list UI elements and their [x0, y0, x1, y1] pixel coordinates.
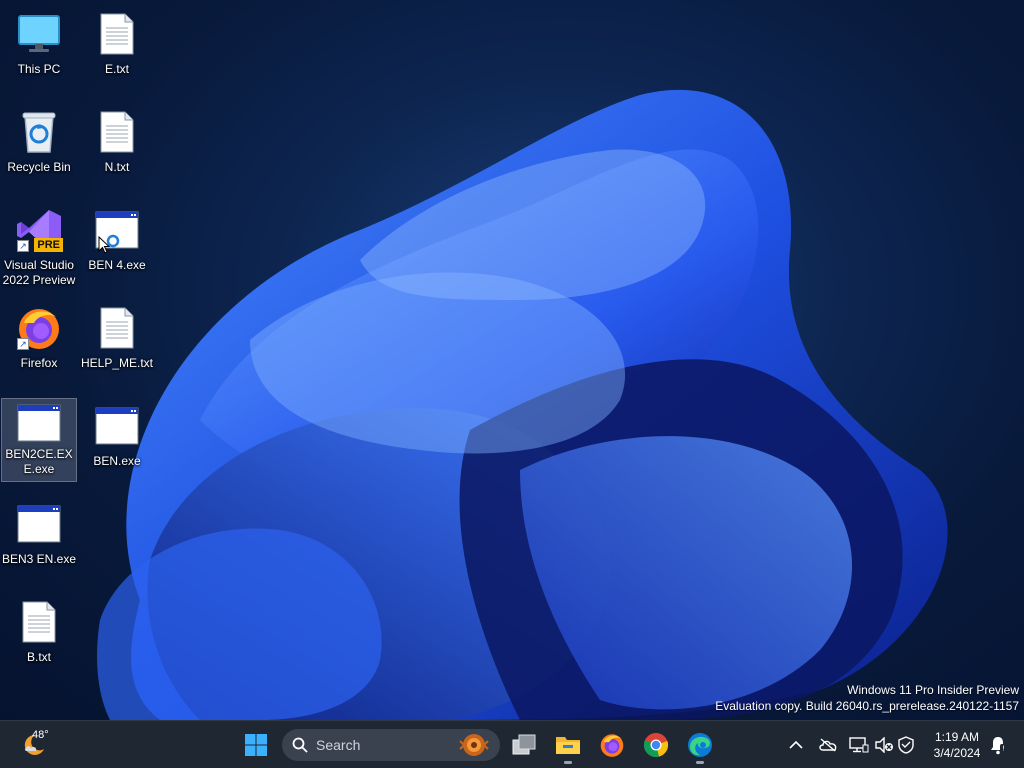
- taskbar-firefox[interactable]: [592, 725, 632, 765]
- edge-icon: [688, 733, 712, 757]
- weather-widget[interactable]: 48°: [12, 725, 56, 765]
- firefox-icon: [600, 734, 624, 757]
- windows-logo-icon: [245, 734, 267, 756]
- desktop-icon-label: BEN.exe: [93, 454, 141, 468]
- exe-window-icon: [93, 402, 141, 450]
- exe-window-icon: [15, 500, 63, 548]
- preview-badge: PRE: [34, 238, 63, 252]
- text-file-icon: [93, 10, 141, 58]
- task-view-button[interactable]: [504, 725, 544, 765]
- desktop-icon-b-txt[interactable]: B.txt: [1, 594, 77, 669]
- desktop-icon-recycle-bin[interactable]: Recycle Bin: [1, 104, 77, 179]
- shield-warning-icon: [898, 736, 914, 754]
- exe-window-icon: [15, 403, 63, 443]
- notification-bell-icon: !: [991, 737, 1007, 755]
- desktop-icon-ben4-exe[interactable]: BEN 4.exe: [79, 202, 155, 277]
- network-tray-button[interactable]: [849, 735, 869, 755]
- taskbar-search-box[interactable]: Search: [282, 729, 500, 761]
- folder-icon: [556, 737, 580, 754]
- desktop-icon-ben-exe[interactable]: BEN.exe: [79, 398, 155, 473]
- taskbar-clock[interactable]: 1:19 AM 3/4/2024: [924, 729, 990, 761]
- desktop-icon-e-txt[interactable]: E.txt: [79, 6, 155, 81]
- desktop-icon-n-txt[interactable]: N.txt: [79, 104, 155, 179]
- desktop-icon-label: BEN 4.exe: [88, 258, 146, 272]
- text-file-icon: [93, 304, 141, 352]
- watermark-edition: Windows 11 Pro Insider Preview: [847, 683, 1019, 697]
- exe-window-icon: [93, 206, 141, 254]
- shortcut-arrow-icon: ↗: [17, 240, 29, 252]
- taskbar: 48° Search 1:19 AM 3/4/2024 !: [0, 720, 1024, 768]
- desktop-icon-label: Visual Studio 2022 Preview: [2, 258, 76, 287]
- desktop-icon-this-pc[interactable]: This PC: [1, 6, 77, 81]
- volume-muted-icon: [875, 737, 893, 753]
- svg-text:!: !: [1002, 745, 1005, 753]
- taskbar-file-explorer[interactable]: [548, 725, 588, 765]
- monitor-icon: [15, 10, 63, 58]
- volume-tray-button[interactable]: [874, 735, 894, 755]
- desktop-icon-ben3-en-exe[interactable]: BEN3 EN.exe: [1, 496, 77, 571]
- text-file-icon: [15, 598, 63, 646]
- shortcut-arrow-icon: ↗: [17, 338, 29, 350]
- search-highlight-icon: [459, 734, 489, 756]
- watermark-build: Evaluation copy. Build 26040.rs_prerelea…: [715, 699, 1019, 713]
- task-view-icon: [512, 734, 536, 755]
- desktop[interactable]: This PC Recycle Bin PRE ↗ Visual Studio …: [0, 0, 1024, 720]
- chevron-up-icon: [789, 740, 803, 749]
- desktop-icon-label: Firefox: [20, 356, 58, 370]
- notifications-button[interactable]: !: [988, 735, 1008, 755]
- evaluation-watermark: Windows 11 Pro Insider Preview Evaluatio…: [715, 682, 1019, 714]
- search-icon: [292, 737, 308, 753]
- taskbar-chrome[interactable]: [636, 725, 676, 765]
- desktop-icon-label: This PC: [17, 62, 61, 76]
- running-indicator: [564, 761, 572, 764]
- desktop-icon-help-me-txt[interactable]: HELP_ME.txt: [79, 300, 155, 375]
- desktop-icon-label: E.txt: [104, 62, 129, 76]
- onedrive-tray-button[interactable]: [818, 735, 838, 755]
- desktop-icon-firefox[interactable]: ↗ Firefox: [1, 300, 77, 375]
- desktop-icon-label: BEN3 EN.exe: [1, 552, 77, 566]
- desktop-icon-ben2ce-exe[interactable]: BEN2CE.EXE.exe: [1, 398, 77, 482]
- mouse-cursor-icon: [98, 236, 110, 254]
- network-monitor-icon: [849, 737, 869, 753]
- weather-temperature: 48°: [32, 729, 49, 741]
- desktop-icon-label: BEN2CE.EXE.exe: [5, 447, 73, 476]
- search-placeholder: Search: [316, 737, 361, 753]
- clock-time: 1:19 AM: [934, 730, 980, 744]
- desktop-icon-label: HELP_ME.txt: [80, 356, 154, 370]
- running-indicator: [696, 761, 704, 764]
- desktop-icon-visual-studio[interactable]: PRE ↗ Visual Studio 2022 Preview: [1, 202, 77, 292]
- security-tray-button[interactable]: [898, 735, 918, 755]
- taskbar-edge[interactable]: [680, 725, 720, 765]
- desktop-icon-label: B.txt: [26, 650, 51, 664]
- desktop-icon-label: N.txt: [104, 160, 130, 174]
- chrome-icon: [643, 733, 669, 758]
- start-button[interactable]: [236, 725, 276, 765]
- show-hidden-icons-button[interactable]: [786, 735, 806, 755]
- clock-date: 3/4/2024: [933, 746, 981, 760]
- cloud-offline-icon: [819, 738, 837, 752]
- text-file-icon: [93, 108, 141, 156]
- desktop-icon-label: Recycle Bin: [7, 160, 71, 174]
- firefox-icon: ↗: [15, 304, 63, 352]
- visual-studio-icon: PRE ↗: [15, 206, 63, 254]
- recycle-bin-icon: [15, 108, 63, 156]
